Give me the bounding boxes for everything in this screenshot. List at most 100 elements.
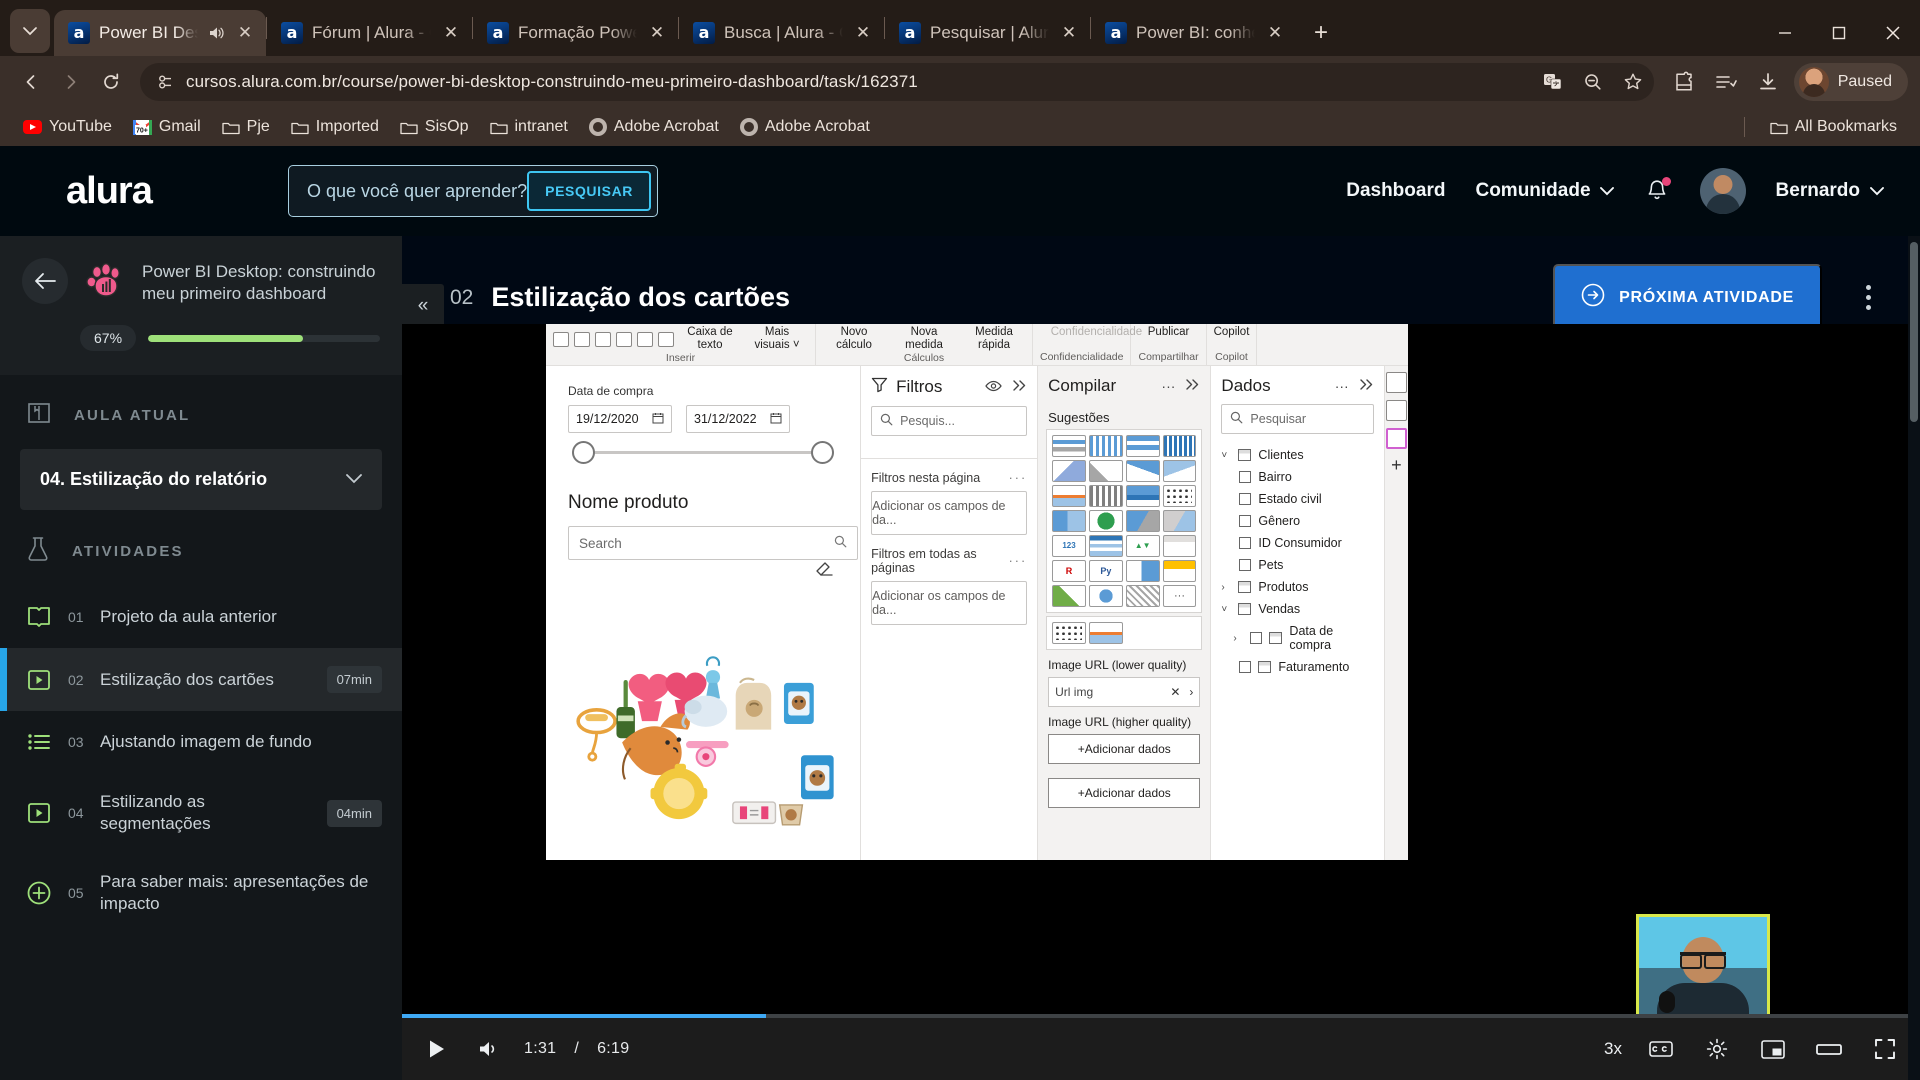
checkbox[interactable] (1239, 515, 1252, 527)
visualizations-rail-icon[interactable] (1385, 400, 1407, 421)
chevron-right-icon[interactable]: › (1189, 685, 1193, 699)
bookmark-intranet[interactable]: intranet (481, 113, 577, 141)
data-tree-field-data-compra[interactable]: › Data de compra (1211, 620, 1383, 656)
visual-decomposition-icon[interactable] (1125, 585, 1160, 607)
visual-filled-map-icon[interactable]: 123 (1052, 535, 1086, 557)
visual-stacked-bar-icon[interactable] (1052, 435, 1086, 457)
visual-clustered-column-icon[interactable] (1088, 435, 1123, 457)
zoom-out-icon[interactable] (1578, 67, 1608, 97)
more-options-icon[interactable]: ··· (1009, 471, 1028, 485)
visual-keyinfluencers-icon[interactable] (1088, 585, 1123, 607)
bookmark-adobe-acrobat-2[interactable]: Adobe Acrobat (731, 113, 879, 141)
add-pane-icon[interactable]: + (1391, 456, 1402, 474)
visual-table-icon[interactable] (1088, 535, 1123, 557)
data-tree-field-id-consumidor[interactable]: ID Consumidor (1211, 532, 1383, 554)
tab-search-button[interactable] (10, 9, 50, 53)
nav-comunidade[interactable]: Comunidade (1475, 180, 1614, 202)
user-menu[interactable]: Bernardo (1776, 180, 1884, 202)
browser-tab-4[interactable]: a Busca | Alura - Curs ✕ (679, 10, 884, 56)
visual-clustered-bar-icon[interactable] (1162, 435, 1197, 457)
tab-close-icon[interactable]: ✕ (852, 22, 874, 44)
activity-item-02[interactable]: 02 Estilização dos cartões 07min (0, 648, 402, 712)
bookmark-star-icon[interactable] (1618, 67, 1648, 97)
tab-close-icon[interactable]: ✕ (1058, 22, 1080, 44)
globe-icon[interactable] (574, 331, 590, 347)
ribbon-item-medida-rapida[interactable]: Medida rápida (963, 326, 1025, 352)
checkbox[interactable] (1250, 632, 1263, 644)
visual-donut-chart-icon[interactable] (1088, 510, 1123, 532)
captions-icon[interactable] (1644, 1032, 1678, 1066)
tab-audio-icon[interactable] (207, 24, 225, 42)
bookmark-pje[interactable]: Pje (213, 113, 279, 141)
minimize-icon[interactable] (1758, 10, 1812, 56)
visual-line-area-icon[interactable] (1125, 460, 1160, 482)
collapse-pane-icon[interactable] (1012, 379, 1027, 395)
visual-card-icon[interactable] (1162, 535, 1197, 557)
product-search-input[interactable]: Search (568, 526, 858, 560)
trophy-icon[interactable] (616, 331, 632, 347)
search-button[interactable]: PESQUISAR (527, 171, 651, 211)
tab-close-icon[interactable]: ✕ (234, 22, 256, 44)
visual-kpi-icon[interactable] (1125, 560, 1160, 582)
bookmark-imported[interactable]: Imported (282, 113, 388, 141)
volume-icon[interactable] (472, 1032, 506, 1066)
date-to-input[interactable]: 31/12/2022 (686, 405, 790, 433)
report-canvas[interactable]: Data de compra 19/12/2020 31/12/2022 Nom… (546, 366, 861, 860)
user-avatar[interactable] (1699, 168, 1746, 214)
collapse-pane-icon[interactable] (1359, 378, 1374, 394)
visual-slicer-icon[interactable] (1052, 585, 1086, 607)
all-bookmarks-button[interactable]: All Bookmarks (1761, 113, 1906, 141)
picture-in-picture-icon[interactable] (1756, 1032, 1790, 1066)
chevron-right-icon[interactable]: › (1221, 582, 1231, 593)
eye-icon[interactable] (985, 379, 1002, 395)
browser-tab-3[interactable]: a Formação Power B ✕ (473, 10, 678, 56)
visual-line-chart-icon[interactable] (1052, 460, 1086, 482)
chevron-down-icon[interactable] (346, 471, 362, 489)
search-icon[interactable] (834, 535, 847, 551)
visual-python-icon[interactable]: Py (1088, 560, 1123, 582)
visual-matrix-icon[interactable] (1125, 535, 1160, 557)
downloads-icon[interactable] (1748, 63, 1788, 101)
reload-icon[interactable] (92, 63, 130, 101)
data-tree-table-vendas[interactable]: ˅ Vendas (1211, 598, 1383, 620)
collapse-sidebar-button[interactable]: « (402, 284, 444, 328)
ribbon-item-nova-medida[interactable]: Nova medida (893, 326, 955, 352)
filters-rail-icon[interactable] (1385, 372, 1407, 393)
current-aula-item[interactable]: 04. Estilização do relatório (20, 449, 382, 511)
data-tree-field-pets[interactable]: Pets (1211, 554, 1383, 576)
browser-tab-5[interactable]: a Pesquisar | Alura - ✕ (885, 10, 1090, 56)
visual-search-icon[interactable] (1052, 622, 1086, 644)
build-rail-icon[interactable] (1385, 428, 1407, 449)
visual-gauge-icon[interactable] (1162, 560, 1197, 582)
data-tree-field-genero[interactable]: Gênero (1211, 510, 1383, 532)
profile-button[interactable]: Paused (1793, 63, 1908, 101)
collapse-pane-icon[interactable] (1185, 378, 1200, 394)
activity-item-05[interactable]: 05 Para saber mais: apresentações de imp… (0, 853, 402, 933)
close-icon[interactable] (1866, 10, 1920, 56)
more-options-icon[interactable]: ··· (1335, 378, 1349, 394)
fullscreen-icon[interactable] (1868, 1032, 1902, 1066)
site-search[interactable]: PESQUISAR (288, 165, 658, 217)
reading-list-icon[interactable] (1706, 63, 1746, 101)
ribbon-item-copilot[interactable]: Copilot (1214, 326, 1250, 339)
visual-stacked-column-icon[interactable] (1125, 435, 1160, 457)
nav-dashboard[interactable]: Dashboard (1346, 180, 1445, 202)
browser-tab-2[interactable]: a Fórum | Alura - Cu ✕ (267, 10, 472, 56)
extensions-icon[interactable] (1664, 63, 1704, 101)
play-icon[interactable] (420, 1032, 454, 1066)
filters-page-dropzone[interactable]: Adicionar os campos de da... (871, 491, 1028, 535)
visual-pie-chart-icon[interactable] (1052, 510, 1086, 532)
filters-all-dropzone[interactable]: Adicionar os campos de da... (871, 581, 1028, 625)
site-settings-icon[interactable] (154, 71, 176, 93)
playback-speed-button[interactable]: 3x (1604, 1039, 1622, 1059)
data-tree-table-produtos[interactable]: › Produtos (1211, 576, 1383, 598)
visual-waterfall-icon[interactable] (1088, 485, 1123, 507)
visual-more-icon[interactable]: ··· (1162, 585, 1197, 607)
data-tree-field-estado-civil[interactable]: Estado civil (1211, 488, 1383, 510)
image-icon[interactable] (658, 331, 674, 347)
ribbon-item-confidencialidade[interactable]: Confidencialidade (1051, 326, 1142, 339)
visual-ribbon-chart-icon[interactable] (1052, 485, 1086, 507)
bookmark-gmail[interactable]: 70+ Gmail (124, 113, 210, 141)
checkbox[interactable] (1239, 661, 1252, 673)
maximize-icon[interactable] (1812, 10, 1866, 56)
